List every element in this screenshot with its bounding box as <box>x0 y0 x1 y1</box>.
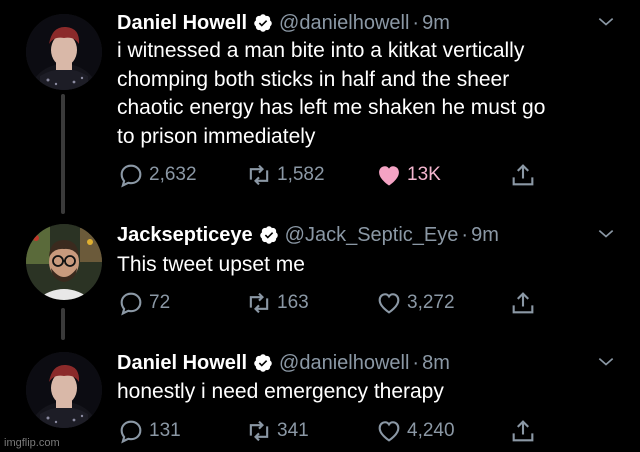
like-button[interactable]: 3,272 <box>375 289 455 317</box>
tweet-1[interactable]: Daniel Howell @danielhowell · 9m i witne… <box>0 10 640 214</box>
retweet-count: 1,582 <box>277 164 325 185</box>
heart-icon <box>378 421 400 442</box>
avatar[interactable] <box>26 14 102 90</box>
verified-badge-icon <box>254 354 272 372</box>
display-name[interactable]: Daniel Howell <box>117 352 247 375</box>
heart-icon <box>378 293 400 314</box>
thread-line <box>61 94 65 214</box>
tweet-line: chaotic energy has left me shaken he mus… <box>117 96 546 119</box>
reply-count: 131 <box>149 420 181 441</box>
share-icon <box>512 420 534 442</box>
reply-button[interactable]: 2,632 <box>117 161 197 189</box>
share-button[interactable] <box>509 161 541 189</box>
reply-icon <box>120 420 142 444</box>
tweet-header: Jacksepticeye @Jack_Septic_Eye · 9m <box>117 222 499 248</box>
tweet-line: i witnessed a man bite into a kitkat ver… <box>117 39 525 62</box>
share-button[interactable] <box>509 417 541 445</box>
tweet-line: to prison immediately <box>117 124 316 148</box>
thread-line <box>61 308 65 340</box>
reply-icon <box>120 164 142 188</box>
handle[interactable]: @danielhowell <box>279 12 409 35</box>
retweet-button[interactable]: 163 <box>245 289 309 317</box>
tweet-line: chomping both sticks in half and the she… <box>117 67 510 91</box>
like-count: 3,272 <box>407 292 455 313</box>
avatar[interactable] <box>26 352 102 428</box>
tweet-line: honestly i need emergency therapy <box>117 380 444 403</box>
separator: · <box>412 11 420 34</box>
reply-icon <box>120 292 142 316</box>
tweet-text: This tweet upset me <box>117 251 617 280</box>
watermark: imgflip.com <box>4 437 60 449</box>
retweet-icon <box>249 292 269 314</box>
reply-count: 2,632 <box>149 164 197 185</box>
retweet-icon <box>249 420 269 442</box>
retweet-icon <box>249 164 269 186</box>
timestamp[interactable]: 9m <box>422 12 450 35</box>
timestamp[interactable]: 9m <box>471 224 499 247</box>
timestamp[interactable]: 8m <box>422 352 450 375</box>
separator: · <box>461 223 469 246</box>
tweet-header: Daniel Howell @danielhowell · 9m <box>117 10 450 36</box>
tweet-actions: 72 163 3,272 <box>117 289 547 317</box>
tweet-header: Daniel Howell @danielhowell · 8m <box>117 350 450 376</box>
verified-badge-icon <box>259 226 278 244</box>
handle[interactable]: @danielhowell <box>279 352 409 375</box>
tweet-3[interactable]: Daniel Howell @danielhowell · 8m honestl… <box>0 350 640 450</box>
like-button[interactable]: 4,240 <box>375 417 455 445</box>
display-name[interactable]: Jacksepticeye <box>117 224 253 247</box>
reply-count: 72 <box>149 292 171 313</box>
handle[interactable]: @Jack_Septic_Eye <box>285 224 459 247</box>
chevron-down-icon[interactable] <box>596 12 616 32</box>
tweet-2[interactable]: Jacksepticeye @Jack_Septic_Eye · 9m This… <box>0 222 640 340</box>
tweet-actions: 131 341 4,240 <box>117 417 547 445</box>
chevron-down-icon[interactable] <box>596 224 616 244</box>
retweet-count: 341 <box>277 420 309 441</box>
chevron-down-icon[interactable] <box>596 352 616 372</box>
share-icon <box>512 164 534 186</box>
tweet-text: honestly i need emergency therapy <box>117 378 617 407</box>
retweet-button[interactable]: 341 <box>245 417 309 445</box>
tweet-text: i witnessed a man bite into a kitkat ver… <box>117 37 617 151</box>
like-count: 4,240 <box>407 420 455 441</box>
retweet-count: 163 <box>277 292 309 313</box>
heart-filled-icon <box>379 166 399 186</box>
tweet-line: This tweet upset me <box>117 253 305 276</box>
reply-button[interactable]: 131 <box>117 417 181 445</box>
tweet-actions: 2,632 1,582 13K <box>117 161 547 189</box>
display-name[interactable]: Daniel Howell <box>117 12 247 35</box>
separator: · <box>412 351 420 374</box>
retweet-button[interactable]: 1,582 <box>245 161 325 189</box>
reply-button[interactable]: 72 <box>117 289 170 317</box>
avatar[interactable] <box>26 224 102 300</box>
like-count: 13K <box>407 164 441 185</box>
like-button[interactable]: 13K <box>375 161 441 189</box>
verified-badge-icon <box>254 14 272 32</box>
share-icon <box>512 292 534 314</box>
share-button[interactable] <box>509 289 541 317</box>
tweet-thread: Daniel Howell @danielhowell · 9m i witne… <box>0 0 640 452</box>
